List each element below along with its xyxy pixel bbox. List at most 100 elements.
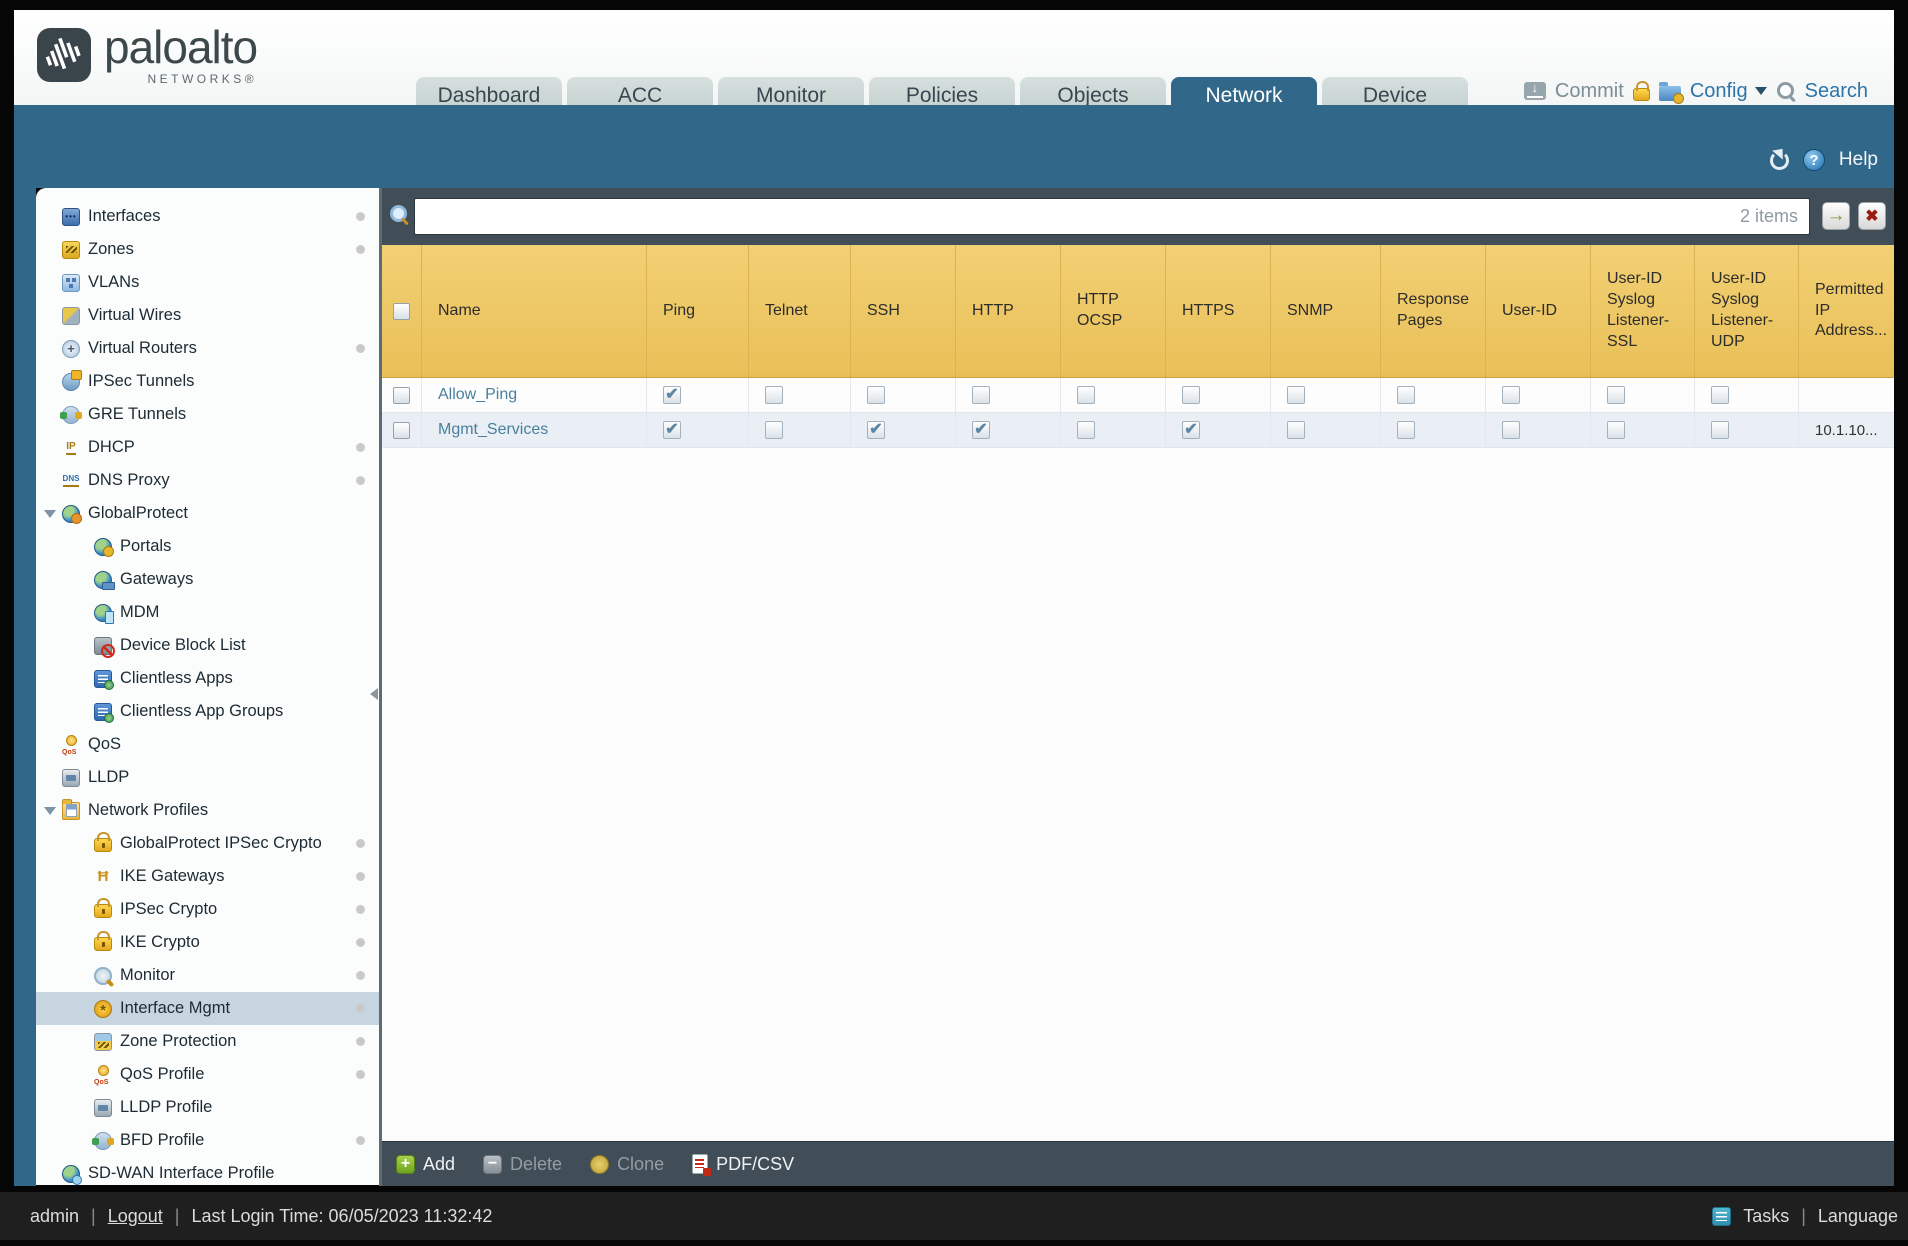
global-search-button[interactable]: Search	[1805, 80, 1868, 103]
column-header-name[interactable]: Name	[422, 245, 647, 377]
status-dot	[356, 212, 365, 221]
tasks-icon[interactable]	[1712, 1206, 1732, 1226]
expander-icon[interactable]	[44, 510, 56, 518]
unchecked-checkbox[interactable]	[972, 386, 990, 404]
sidebar-item-globalprotect[interactable]: GlobalProtect	[36, 497, 379, 530]
sidebar-item-lldp-profile[interactable]: LLDP Profile	[36, 1091, 379, 1124]
unchecked-checkbox[interactable]	[1182, 386, 1200, 404]
unchecked-checkbox[interactable]	[1287, 421, 1305, 439]
column-header-user-id-syslog-listener-udp[interactable]: User-ID Syslog Listener-UDP	[1695, 245, 1799, 377]
sidebar-item-qos[interactable]: QoS	[36, 728, 379, 761]
column-header-http-ocsp[interactable]: HTTP OCSP	[1061, 245, 1166, 377]
unchecked-checkbox[interactable]	[1077, 421, 1095, 439]
sidebar-item-label: IPSec Tunnels	[88, 372, 195, 390]
sidebar-item-dns-proxy[interactable]: DNS Proxy	[36, 464, 379, 497]
sidebar-item-clientless-app-groups[interactable]: Clientless App Groups	[36, 695, 379, 728]
checked-checkbox[interactable]	[972, 421, 990, 439]
logout-link[interactable]: Logout	[108, 1206, 163, 1227]
language-button[interactable]: Language	[1818, 1206, 1898, 1227]
row-name-link[interactable]: Allow_Ping	[438, 386, 517, 404]
sidebar-item-ipsec-tunnels[interactable]: IPSec Tunnels	[36, 365, 379, 398]
unchecked-checkbox[interactable]	[1502, 421, 1520, 439]
sidebar-item-label: LLDP	[88, 768, 130, 786]
sidebar-item-device-block-list[interactable]: Device Block List	[36, 629, 379, 662]
help-button[interactable]: Help	[1839, 149, 1878, 171]
config-menu[interactable]: Config	[1690, 80, 1748, 103]
sidebar-item-clientless-apps[interactable]: Clientless Apps	[36, 662, 379, 695]
sidebar-item-ipsec-crypto[interactable]: IPSec Crypto	[36, 893, 379, 926]
sidebar-item-portals[interactable]: Portals	[36, 530, 379, 563]
lldp-icon	[94, 1098, 112, 1117]
column-header-response-pages[interactable]: Response Pages	[1381, 245, 1486, 377]
separator: |	[174, 1205, 180, 1226]
sidebar-item-ike-gateways[interactable]: IKE Gateways	[36, 860, 379, 893]
sidebar-item-gre-tunnels[interactable]: GRE Tunnels	[36, 398, 379, 431]
sidebar-item-network-profiles[interactable]: Network Profiles	[36, 794, 379, 827]
sidebar-item-mdm[interactable]: MDM	[36, 596, 379, 629]
column-header-http[interactable]: HTTP	[956, 245, 1061, 377]
pdf-csv-button[interactable]: PDF/CSV	[692, 1154, 794, 1176]
status-dot	[356, 971, 365, 980]
refresh-icon[interactable]	[1769, 150, 1789, 170]
expander-icon[interactable]	[44, 807, 56, 815]
sidebar-item-label: Clientless App Groups	[120, 702, 284, 720]
column-header-user-id-syslog-listener-ssl[interactable]: User-ID Syslog Listener-SSL	[1591, 245, 1695, 377]
sidebar-item-bfd-profile[interactable]: BFD Profile	[36, 1124, 379, 1157]
unchecked-checkbox[interactable]	[1607, 386, 1625, 404]
sidebar-item-lldp[interactable]: LLDP	[36, 761, 379, 794]
sidebar-item-sd-wan-interface-profile[interactable]: SD-WAN Interface Profile	[36, 1157, 379, 1185]
commit-button[interactable]: Commit	[1555, 80, 1624, 103]
sidebar-item-monitor[interactable]: Monitor	[36, 959, 379, 992]
checked-checkbox[interactable]	[867, 421, 885, 439]
sidebar-item-dhcp[interactable]: DHCP	[36, 431, 379, 464]
sidebar-item-globalprotect-ipsec-crypto[interactable]: GlobalProtect IPSec Crypto	[36, 827, 379, 860]
apply-filter-button[interactable]	[1822, 202, 1850, 230]
column-header-permitted-ip-address[interactable]: Permitted IP Address...	[1799, 245, 1895, 377]
column-header-ping[interactable]: Ping	[647, 245, 749, 377]
checked-checkbox[interactable]	[1182, 421, 1200, 439]
checked-checkbox[interactable]	[663, 386, 681, 404]
sidebar-item-zones[interactable]: Zones	[36, 233, 379, 266]
row-checkbox[interactable]	[393, 386, 410, 404]
sidebar-item-interfaces[interactable]: Interfaces	[36, 200, 379, 233]
unchecked-checkbox[interactable]	[1502, 386, 1520, 404]
sidebar-item-vlans[interactable]: VLANs	[36, 266, 379, 299]
clone-button: Clone	[590, 1154, 664, 1175]
unchecked-checkbox[interactable]	[1287, 386, 1305, 404]
sidebar-item-interface-mgmt[interactable]: Interface Mgmt	[36, 992, 379, 1025]
filter-input[interactable]	[414, 198, 1810, 235]
sidebar-item-qos-profile[interactable]: QoS Profile	[36, 1058, 379, 1091]
unchecked-checkbox[interactable]	[867, 386, 885, 404]
add-button[interactable]: Add	[396, 1154, 455, 1175]
tasks-button[interactable]: Tasks	[1743, 1206, 1789, 1227]
unchecked-checkbox[interactable]	[1711, 386, 1729, 404]
row-name-link[interactable]: Mgmt_Services	[438, 421, 548, 439]
column-header-user-id[interactable]: User-ID	[1486, 245, 1591, 377]
column-header-ssh[interactable]: SSH	[851, 245, 956, 377]
unchecked-checkbox[interactable]	[1077, 386, 1095, 404]
unchecked-checkbox[interactable]	[765, 421, 783, 439]
sidebar-item-ike-crypto[interactable]: IKE Crypto	[36, 926, 379, 959]
sidebar-item-label: GlobalProtect	[88, 504, 188, 522]
column-header-https[interactable]: HTTPS	[1166, 245, 1271, 377]
row-checkbox[interactable]	[393, 421, 410, 439]
select-all-checkbox[interactable]	[393, 302, 410, 320]
clear-filter-button[interactable]	[1858, 202, 1886, 230]
unchecked-checkbox[interactable]	[1397, 421, 1415, 439]
column-header-snmp[interactable]: SNMP	[1271, 245, 1381, 377]
ike-gateways-icon	[94, 868, 112, 886]
sidebar-item-virtual-wires[interactable]: Virtual Wires	[36, 299, 379, 332]
sidebar-collapse-icon[interactable]	[370, 688, 378, 700]
left-gutter	[14, 188, 36, 1186]
sidebar-item-gateways[interactable]: Gateways	[36, 563, 379, 596]
unchecked-checkbox[interactable]	[1711, 421, 1729, 439]
checked-checkbox[interactable]	[663, 421, 681, 439]
unchecked-checkbox[interactable]	[1397, 386, 1415, 404]
column-label: HTTPS	[1182, 301, 1235, 319]
unchecked-checkbox[interactable]	[765, 386, 783, 404]
column-header-telnet[interactable]: Telnet	[749, 245, 851, 377]
sidebar-item-virtual-routers[interactable]: Virtual Routers	[36, 332, 379, 365]
unchecked-checkbox[interactable]	[1607, 421, 1625, 439]
sidebar-item-zone-protection[interactable]: Zone Protection	[36, 1025, 379, 1058]
lock-icon[interactable]	[1632, 81, 1650, 101]
